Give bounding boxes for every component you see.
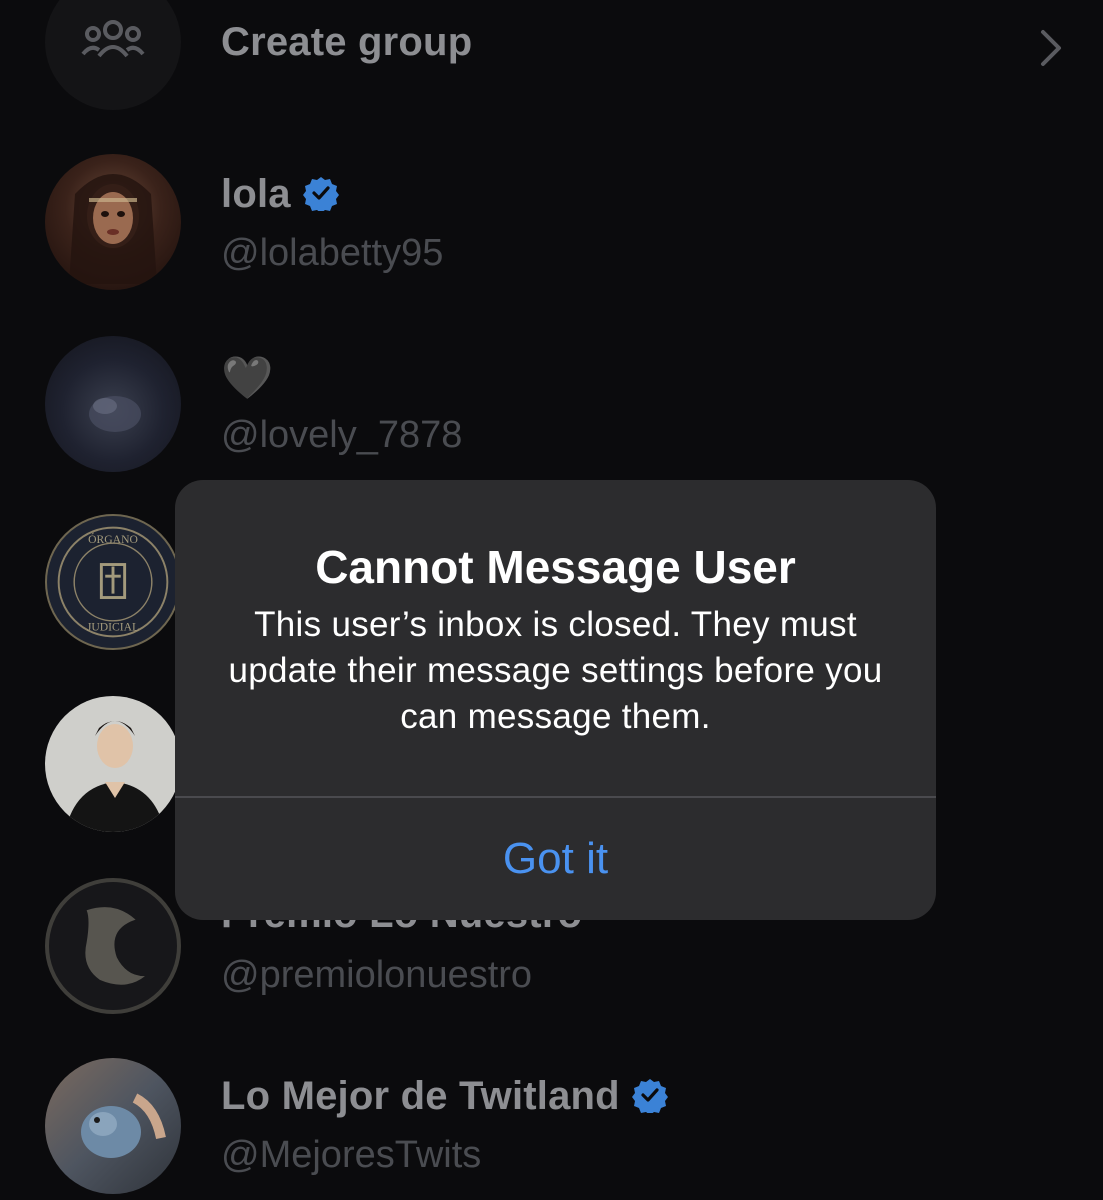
screen: Create group lola @lolabetty95 🖤 @lovely… [0, 0, 1103, 1200]
avatar [45, 878, 181, 1014]
avatar-image [89, 396, 141, 432]
avatar [45, 696, 181, 832]
verified-badge-icon [631, 1079, 668, 1114]
avatar [45, 336, 181, 472]
contact-name: Lo Mejor de Twitland [221, 1074, 668, 1119]
contact-row[interactable]: lola @lolabetty95 [0, 152, 1103, 292]
contact-name: 🖤 [221, 354, 274, 401]
alert-title: Cannot Message User [315, 541, 796, 593]
avatar: ÓRGANO JUDICIAL [45, 514, 181, 650]
contact-handle: @MejoresTwits [221, 1134, 482, 1176]
contact-row[interactable]: Lo Mejor de Twitland @MejoresTwits [0, 1056, 1103, 1196]
contact-handle: @lovely_7878 [221, 414, 463, 456]
contact-name-text: Lo Mejor de Twitland [221, 1074, 620, 1118]
contact-name-text: lola [221, 172, 291, 216]
contact-row[interactable]: 🖤 @lovely_7878 [0, 334, 1103, 474]
create-group-row[interactable]: Create group [0, 0, 1103, 118]
create-group-avatar [45, 0, 181, 110]
avatar [45, 154, 181, 290]
brand-logo [85, 907, 145, 985]
seal-logo: ÓRGANO JUDICIAL [57, 526, 169, 638]
got-it-button[interactable]: Got it [175, 798, 936, 920]
avatar-image [81, 1093, 166, 1158]
svg-text:JUDICIAL: JUDICIAL [87, 621, 139, 634]
contact-handle: @premiolonuestro [221, 954, 533, 996]
avatar-image [65, 721, 165, 832]
group-icon [81, 20, 145, 58]
avatar [45, 1058, 181, 1194]
avatar-image [69, 174, 157, 284]
contact-handle: @lolabetty95 [221, 232, 444, 274]
contact-name: lola [221, 172, 339, 217]
verified-badge-icon [302, 177, 339, 212]
svg-text:ÓRGANO: ÓRGANO [88, 532, 138, 546]
alert-dialog: Cannot Message User This user’s inbox is… [175, 480, 936, 920]
create-group-label: Create group [221, 20, 473, 64]
alert-message: This user’s inbox is closed. They must u… [228, 605, 883, 736]
chevron-right-icon [1041, 30, 1061, 66]
